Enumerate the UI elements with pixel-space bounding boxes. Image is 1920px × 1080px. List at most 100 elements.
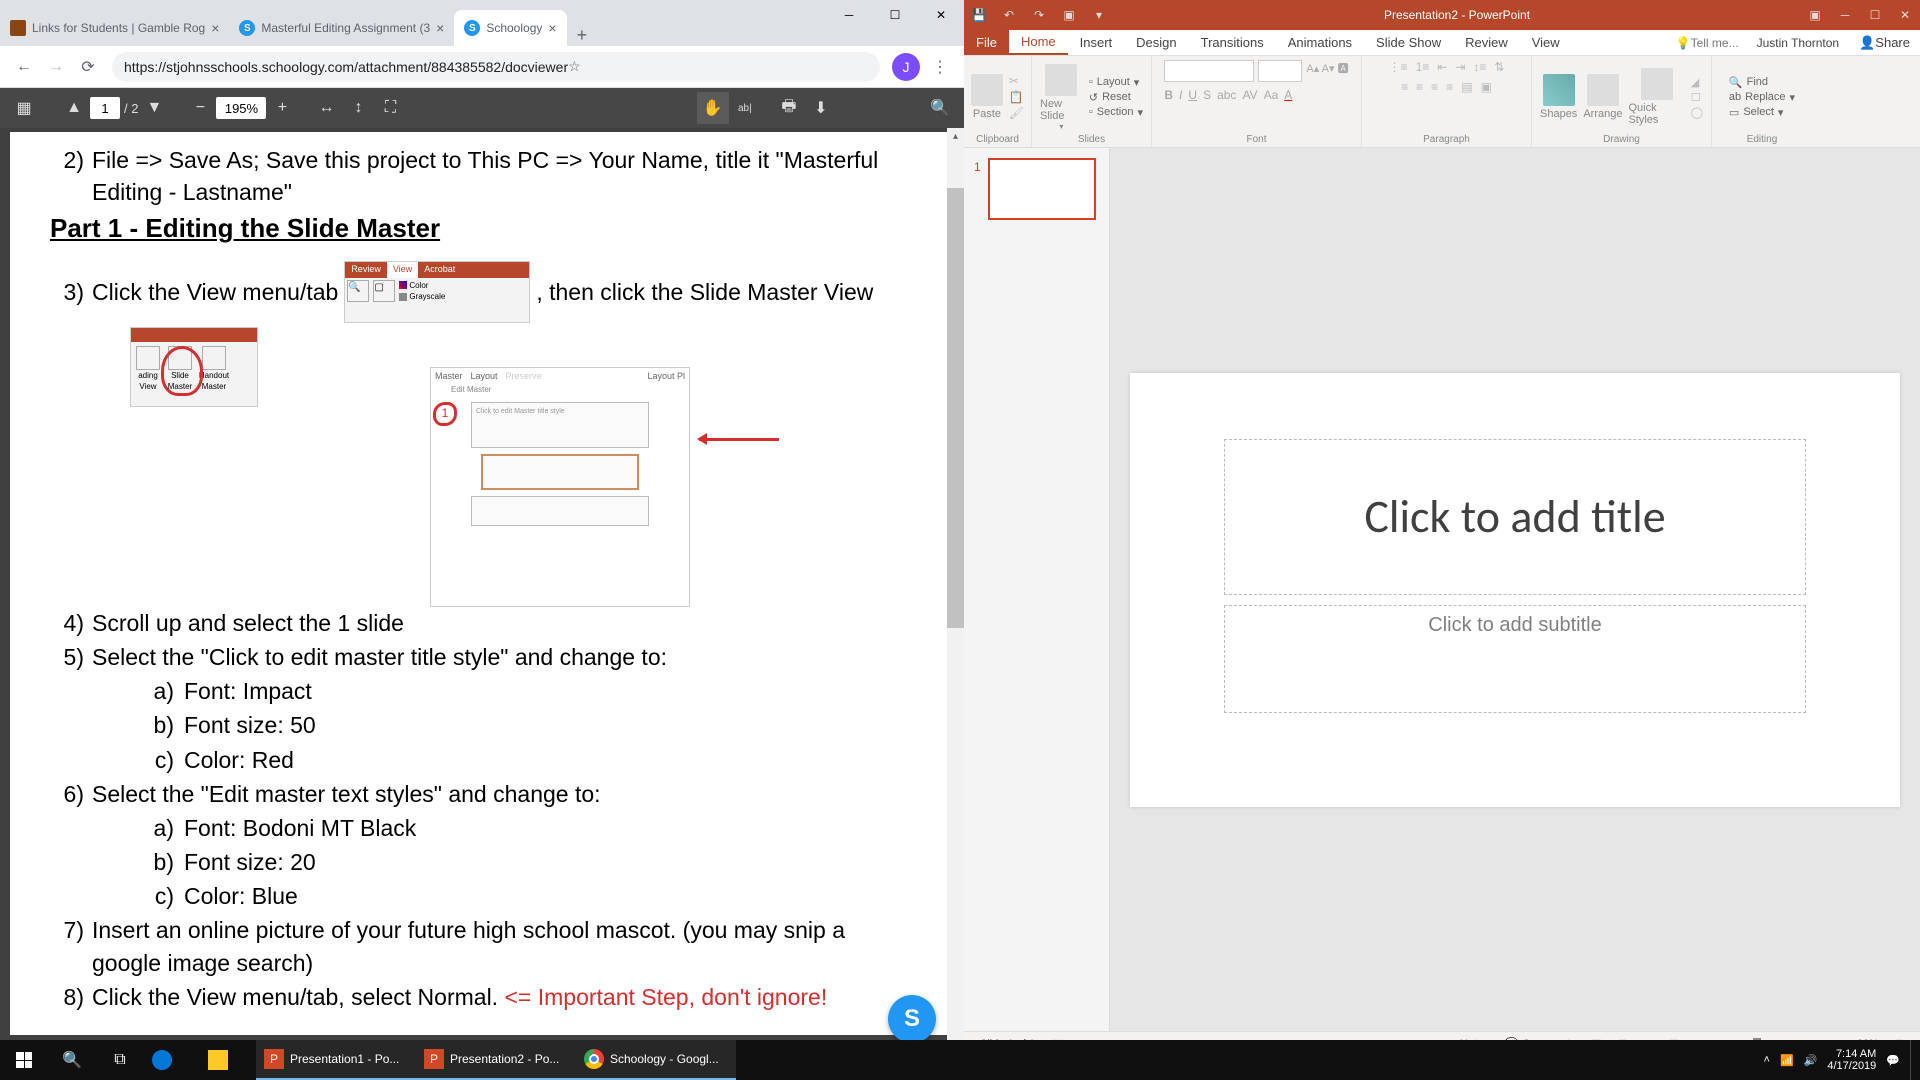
next-page-button[interactable]: ▼ [138, 92, 170, 124]
user-avatar[interactable]: J [892, 53, 920, 81]
slide[interactable]: Click to add title Click to add subtitle [1130, 373, 1900, 807]
redo-icon[interactable]: ↷ [1024, 0, 1054, 30]
share-button[interactable]: 👤 Share [1849, 35, 1920, 51]
paste-button[interactable]: Paste [971, 74, 1003, 120]
cut-icon[interactable]: ✂ [1009, 74, 1024, 88]
scroll-up-icon[interactable]: ▴ [947, 128, 964, 145]
tab-animations[interactable]: Animations [1276, 30, 1364, 55]
slide-thumbnail-panel[interactable]: 1 [964, 148, 1110, 1031]
fit-width-icon[interactable]: ↔ [310, 92, 342, 124]
tab-file[interactable]: File [964, 30, 1009, 55]
back-button[interactable]: ← [8, 51, 40, 83]
subtitle-placeholder[interactable]: Click to add subtitle [1224, 605, 1806, 713]
zoom-out-button[interactable]: − [184, 92, 216, 124]
taskbar-chrome[interactable]: Schoology - Googl... [576, 1040, 736, 1080]
print-icon[interactable]: 🖶 [773, 92, 805, 124]
text-select-icon[interactable]: ab| [729, 92, 761, 124]
sidebar-toggle-icon[interactable]: ▦ [8, 92, 40, 124]
start-button[interactable] [0, 1040, 48, 1080]
reload-button[interactable]: ⟳ [72, 51, 104, 83]
shape-outline-icon[interactable]: ☐ [1691, 91, 1703, 104]
shape-fill-icon[interactable]: ◢ [1691, 76, 1703, 89]
newslide-button[interactable]: New Slide▾ [1040, 64, 1083, 131]
zoom-in-button[interactable]: + [266, 92, 298, 124]
show-desktop[interactable] [1910, 1040, 1916, 1080]
bold-button[interactable]: B [1164, 88, 1173, 102]
hand-tool-icon[interactable]: ✋ [697, 92, 729, 124]
copy-icon[interactable]: 📋 [1009, 90, 1024, 104]
title-placeholder[interactable]: Click to add title [1224, 439, 1806, 595]
font-name-input[interactable] [1164, 60, 1254, 82]
direction-icon[interactable]: ⇅ [1494, 60, 1504, 74]
prev-page-button[interactable]: ▲ [58, 92, 90, 124]
forward-button[interactable]: → [40, 51, 72, 83]
chrome-tab-2-active[interactable]: S Schoology × [454, 10, 566, 46]
reset-button[interactable]: ↺ Reset [1089, 91, 1143, 104]
tab-insert[interactable]: Insert [1068, 30, 1125, 55]
linespacing-icon[interactable]: ↕≡ [1473, 60, 1486, 74]
task-view-icon[interactable]: ⧉ [96, 1040, 144, 1080]
font-color-button[interactable]: A [1284, 88, 1292, 102]
taskbar-powerpoint-1[interactable]: PPresentation1 - Po... [256, 1040, 416, 1080]
taskbar-edge[interactable] [144, 1040, 200, 1080]
search-icon[interactable]: 🔍 [48, 1040, 96, 1080]
align-left-icon[interactable]: ≡ [1401, 80, 1408, 94]
presentation-icon[interactable]: ⛶ [374, 92, 406, 124]
tab-transitions[interactable]: Transitions [1189, 30, 1276, 55]
fit-height-icon[interactable]: ↕ [342, 92, 374, 124]
new-tab-button[interactable]: + [567, 25, 598, 46]
tab-close-icon[interactable]: × [211, 20, 219, 36]
save-icon[interactable]: 💾 [964, 0, 994, 30]
ribbon-options-icon[interactable]: ▣ [1800, 0, 1830, 30]
font-size-input[interactable] [1258, 60, 1302, 82]
align-right-icon[interactable]: ≡ [1431, 80, 1438, 94]
layout-button[interactable]: ▫ Layout ▾ [1089, 76, 1143, 89]
notification-icon[interactable]: 💬 [1886, 1054, 1900, 1067]
tab-slideshow[interactable]: Slide Show [1364, 30, 1453, 55]
italic-button[interactable]: I [1179, 88, 1182, 102]
section-button[interactable]: ▫ Section ▾ [1089, 106, 1143, 119]
find-button[interactable]: 🔍 Find [1729, 76, 1795, 89]
bookmark-icon[interactable]: ☆ [568, 58, 868, 75]
start-icon[interactable]: ▣ [1054, 0, 1084, 30]
slide-canvas[interactable]: Click to add title Click to add subtitle [1110, 148, 1920, 1031]
maximize-button[interactable]: ☐ [1860, 0, 1890, 30]
select-button[interactable]: ▭ Select ▾ [1729, 106, 1795, 119]
tab-close-icon[interactable]: × [436, 20, 444, 36]
shape-effects-icon[interactable]: ◯ [1691, 106, 1703, 119]
taskbar-explorer[interactable] [200, 1040, 256, 1080]
undo-icon[interactable]: ↶ [994, 0, 1024, 30]
indent-icon[interactable]: ⇥ [1455, 60, 1465, 74]
schoology-fab[interactable]: S [888, 995, 936, 1043]
pdf-scrollbar[interactable]: ▴ ▾ [947, 128, 964, 1055]
address-input[interactable]: https://stjohnsschools.schoology.com/att… [112, 52, 880, 82]
tellme-input[interactable]: 💡 Tell me... [1668, 36, 1747, 50]
zoom-input[interactable]: 195% [216, 97, 266, 119]
chrome-tab-1[interactable]: S Masterful Editing Assignment (3 × [229, 10, 454, 46]
smartart-icon[interactable]: ▣ [1481, 80, 1492, 94]
numbering-icon[interactable]: 1≡ [1416, 60, 1430, 74]
tab-home[interactable]: Home [1009, 30, 1068, 55]
page-number-input[interactable]: 1 [90, 97, 120, 119]
user-name[interactable]: Justin Thornton [1747, 36, 1850, 50]
shadow-button[interactable]: abc [1217, 88, 1236, 102]
replace-button[interactable]: ab Replace ▾ [1729, 91, 1795, 104]
align-center-icon[interactable]: ≡ [1416, 80, 1423, 94]
tab-design[interactable]: Design [1124, 30, 1188, 55]
search-icon[interactable]: 🔍 [924, 92, 956, 124]
minimize-button[interactable]: ─ [826, 0, 872, 30]
network-icon[interactable]: 📶 [1780, 1054, 1794, 1067]
close-button[interactable]: ✕ [918, 0, 964, 30]
tray-chevron-icon[interactable]: ˄ [1764, 1054, 1770, 1066]
scroll-thumb[interactable] [947, 188, 964, 628]
underline-button[interactable]: U [1188, 88, 1197, 102]
download-icon[interactable]: ⬇ [805, 92, 837, 124]
bullets-icon[interactable]: ⋮≡ [1389, 60, 1408, 74]
shapes-button[interactable]: Shapes [1540, 74, 1577, 120]
case-button[interactable]: Aa [1264, 88, 1279, 102]
taskbar-powerpoint-2[interactable]: PPresentation2 - Po... [416, 1040, 576, 1080]
qat-more-icon[interactable]: ▾ [1084, 0, 1114, 30]
arrange-button[interactable]: Arrange [1583, 74, 1622, 120]
clock[interactable]: 7:14 AM 4/17/2019 [1827, 1048, 1876, 1072]
chrome-tab-0[interactable]: Links for Students | Gamble Rog × [0, 10, 229, 46]
